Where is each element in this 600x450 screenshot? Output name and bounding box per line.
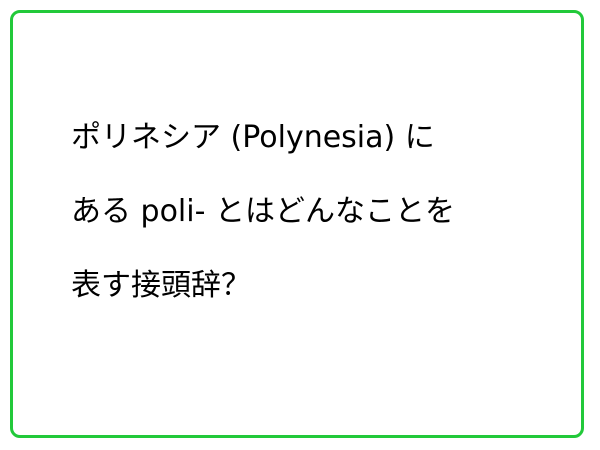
- question-line-1: ポリネシア (Polynesia) に: [71, 120, 435, 155]
- question-line-3: 表す接頭辞？: [71, 268, 251, 303]
- question-text: ポリネシア (Polynesia) に ある poli- とはどんなことを 表す…: [71, 123, 571, 345]
- question-line-2: ある poli- とはどんなことを: [71, 194, 455, 229]
- question-card: ポリネシア (Polynesia) に ある poli- とはどんなことを 表す…: [10, 10, 584, 438]
